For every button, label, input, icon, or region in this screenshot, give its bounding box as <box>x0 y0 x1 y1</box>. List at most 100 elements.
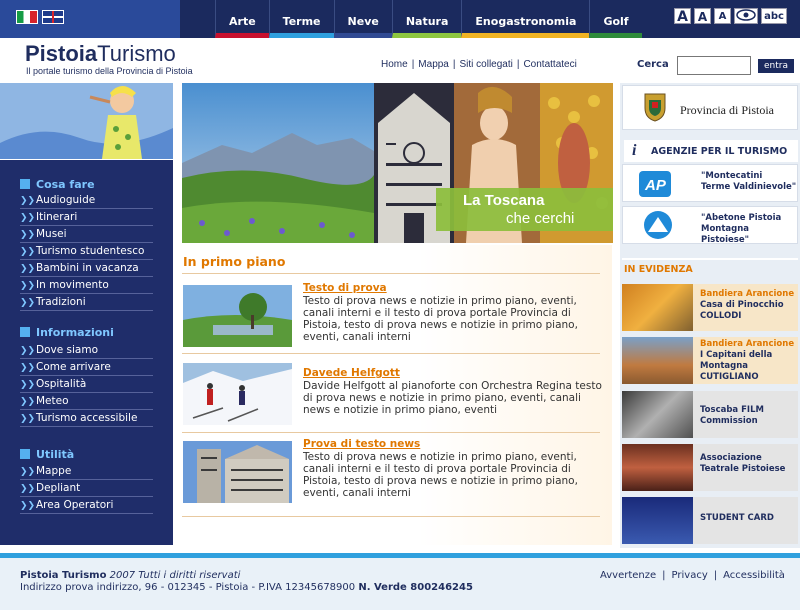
mountain-logo-icon <box>643 210 673 243</box>
sidebar-section-informazioni[interactable]: Informazioni <box>20 326 114 339</box>
high-contrast-eye-icon[interactable] <box>734 8 758 24</box>
separator: | <box>411 59 415 70</box>
nav-item-arte[interactable]: Arte <box>215 0 269 38</box>
main-nav: Arte Terme Neve Natura Enogastronomia Go… <box>215 0 642 38</box>
arrow-icon: ❯❯ <box>20 298 36 308</box>
film-commission-thumbnail <box>622 391 693 438</box>
collodi-thumbnail <box>622 284 693 331</box>
evidenza-student-card[interactable]: STUDENT CARD <box>622 497 798 544</box>
sidebar-section-cosa-fare[interactable]: Cosa fare <box>20 178 95 191</box>
sidebar-item-bambini-in-vacanza[interactable]: ❯❯Bambini in vacanza <box>20 262 153 277</box>
separator: | <box>713 570 718 581</box>
footer-link-accessibilita[interactable]: Accessibilità <box>723 570 785 581</box>
arrow-icon: ❯❯ <box>20 346 36 356</box>
news-title-link[interactable]: Prova di testo news <box>303 438 420 450</box>
search-input[interactable] <box>677 56 751 75</box>
link-siti-collegati[interactable]: Siti collegati <box>459 59 512 70</box>
evidenza-film-commission[interactable]: Toscaba FILM Commission <box>622 391 798 438</box>
sidebar-item-dove-siamo[interactable]: ❯❯Dove siamo <box>20 344 153 359</box>
arrow-icon: ❯❯ <box>20 467 36 477</box>
arrow-icon: ❯❯ <box>20 213 36 223</box>
footer-links: Avvertenze | Privacy | Accessibilità <box>597 570 788 581</box>
divider <box>182 273 600 274</box>
sidebar-item-itinerari[interactable]: ❯❯Itinerari <box>20 211 153 226</box>
news-title-link[interactable]: Davede Helfgott <box>303 367 400 379</box>
link-home[interactable]: Home <box>381 59 408 70</box>
font-small-button[interactable]: A <box>714 8 731 24</box>
sidebar-item-mappe[interactable]: ❯❯Mappe <box>20 465 153 480</box>
agenzia-abetone[interactable]: "Abetone Pistoia Montagna Pistoiese" <box>622 206 798 245</box>
sidebar-item-come-arrivare[interactable]: ❯❯Come arrivare <box>20 361 153 376</box>
agenzia-montecatini[interactable]: AP "Montecatini Terme Valdinievole" <box>622 164 798 202</box>
arrow-icon: ❯❯ <box>20 281 36 291</box>
site-logo[interactable]: PistoiaTurismo <box>25 41 176 67</box>
site-tagline: Il portale turismo della Provincia di Pi… <box>26 66 193 76</box>
accessibility-tools: A A A abc <box>674 8 787 25</box>
evidenza-label: STUDENT CARD <box>700 513 774 523</box>
sidebar-item-depliant[interactable]: ❯❯Depliant <box>20 482 153 497</box>
evidenza-tag: Bandiera Arancione <box>700 289 795 299</box>
divider <box>182 353 600 354</box>
section-bullet-icon <box>20 449 30 459</box>
news-body: Testo di prova news e notizie in primo p… <box>303 295 578 343</box>
section-bullet-icon <box>20 179 30 189</box>
arrow-icon: ❯❯ <box>20 414 36 424</box>
news-image-landscape[interactable] <box>183 285 292 347</box>
nav-item-golf[interactable]: Golf <box>589 0 642 38</box>
nav-item-neve[interactable]: Neve <box>333 0 392 38</box>
arrow-icon: ❯❯ <box>20 380 36 390</box>
font-medium-button[interactable]: A <box>694 8 711 24</box>
provincia-label: Provincia di Pistoia <box>680 103 774 117</box>
footer-copyright: Pistoia Turismo 2007 Tutti i diritti ris… <box>20 570 241 581</box>
evidenza-tag: Bandiera Arancione <box>700 339 795 349</box>
sidebar-item-musei[interactable]: ❯❯Musei <box>20 228 153 243</box>
text-only-button[interactable]: abc <box>761 8 787 24</box>
font-large-button[interactable]: A <box>674 8 691 25</box>
sidebar-item-in-movimento[interactable]: ❯❯In movimento <box>20 279 153 294</box>
english-flag-icon[interactable] <box>42 10 64 24</box>
pinocchio-illustration <box>0 83 173 159</box>
search-label: Cerca <box>637 59 669 70</box>
sidebar-item-tradizioni[interactable]: ❯❯Tradizioni <box>20 296 153 311</box>
sidebar-section-utilita[interactable]: Utilità <box>20 448 74 461</box>
italian-flag-icon[interactable] <box>16 10 38 24</box>
evidenza-cutigliano[interactable]: Bandiera Arancione I Capitani della Monta… <box>622 337 798 384</box>
link-contattateci[interactable]: Contattateci <box>523 59 576 70</box>
sidebar-item-audioguide[interactable]: ❯❯Audioguide <box>20 194 153 209</box>
arrow-icon: ❯❯ <box>20 397 36 407</box>
sidebar-item-turismo-studentesco[interactable]: ❯❯Turismo studentesco <box>20 245 153 260</box>
footer-link-avvertenze[interactable]: Avvertenze <box>600 570 656 581</box>
sidebar-item-turismo-accessibile[interactable]: ❯❯Turismo accessibile <box>20 412 153 427</box>
divider <box>182 516 600 517</box>
nav-item-enogastronomia[interactable]: Enogastronomia <box>461 0 590 38</box>
coat-of-arms-icon <box>643 92 667 125</box>
sidebar-item-area-operatori[interactable]: ❯❯Area Operatori <box>20 499 153 514</box>
divider <box>622 258 798 260</box>
evidenza-label: Toscaba FILM Commission <box>700 405 764 426</box>
teatro-thumbnail <box>622 444 693 491</box>
agenzia-label: "Montecatini Terme Valdinievole" <box>701 171 797 192</box>
nav-item-terme[interactable]: Terme <box>268 0 334 38</box>
sidebar-item-meteo[interactable]: ❯❯Meteo <box>20 395 153 410</box>
arrow-icon: ❯❯ <box>20 363 36 373</box>
nav-item-natura[interactable]: Natura <box>391 0 462 38</box>
news-body: Davide Helfgott al pianoforte con Orches… <box>303 380 602 416</box>
arrow-icon: ❯❯ <box>20 196 36 206</box>
divider <box>182 432 600 433</box>
news-title-link[interactable]: Testo di prova <box>303 282 387 294</box>
language-bar <box>0 0 180 38</box>
news-image-church[interactable] <box>183 441 292 503</box>
agenzie-title: AGENZIE PER IL TURISMO <box>651 146 788 157</box>
news-body: Testo di prova news e notizie in primo p… <box>303 451 578 499</box>
footer-link-privacy[interactable]: Privacy <box>672 570 708 581</box>
hero-caption-line1: La Toscana <box>463 192 545 209</box>
evidenza-teatro[interactable]: Associazione Teatrale Pistoiese <box>622 444 798 491</box>
evidenza-collodi[interactable]: Bandiera Arancione Casa di Pinocchio COLL… <box>622 284 798 331</box>
search-submit-button[interactable]: entra <box>758 59 794 73</box>
sidebar-item-ospitalita[interactable]: ❯❯Ospitalità <box>20 378 153 393</box>
news-image-skiers[interactable] <box>183 363 292 425</box>
hero-caption-line2: che cerchi <box>506 210 575 227</box>
link-mappa[interactable]: Mappa <box>418 59 449 70</box>
separator: | <box>516 59 520 70</box>
hero-caption: La Toscana che cerchi <box>436 188 613 231</box>
